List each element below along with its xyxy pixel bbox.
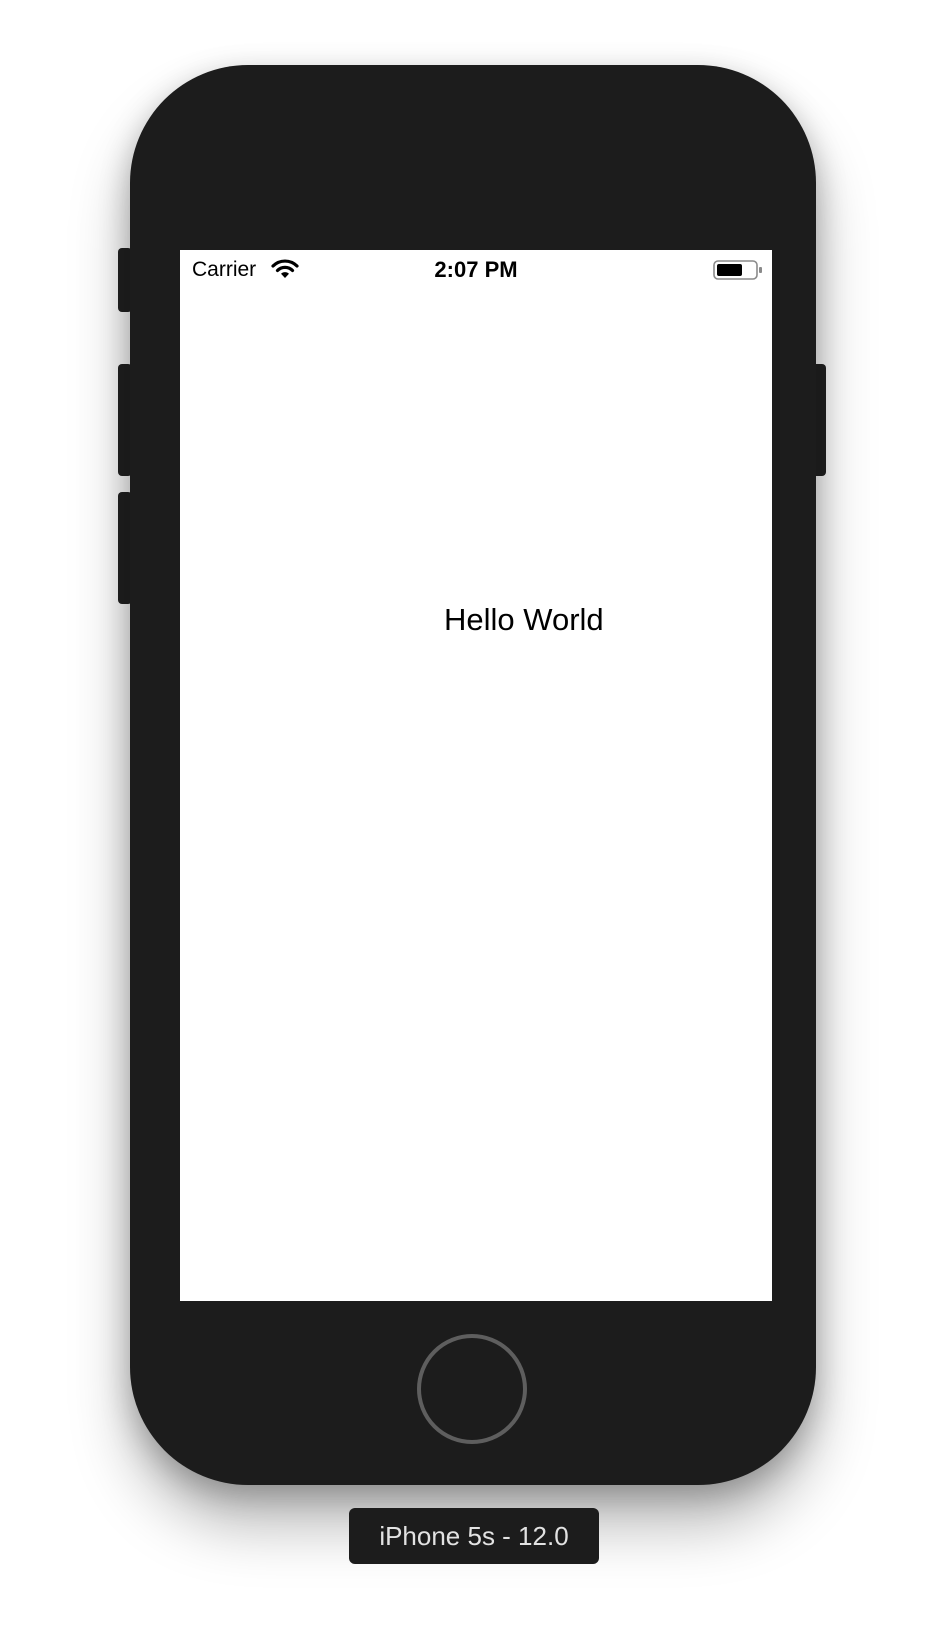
simulator-window: Carrier 2:07 PM Hello World iPhone 5s - … <box>0 0 952 1652</box>
home-button[interactable] <box>417 1334 527 1444</box>
status-time: 2:07 PM <box>434 257 518 282</box>
battery-icon <box>713 259 765 281</box>
device-name-label: iPhone 5s - 12.0 <box>349 1508 599 1564</box>
device-screen[interactable]: Carrier 2:07 PM Hello World <box>180 250 772 1301</box>
status-bar: Carrier 2:07 PM <box>180 250 772 290</box>
hello-world-label: Hello World <box>444 602 604 637</box>
